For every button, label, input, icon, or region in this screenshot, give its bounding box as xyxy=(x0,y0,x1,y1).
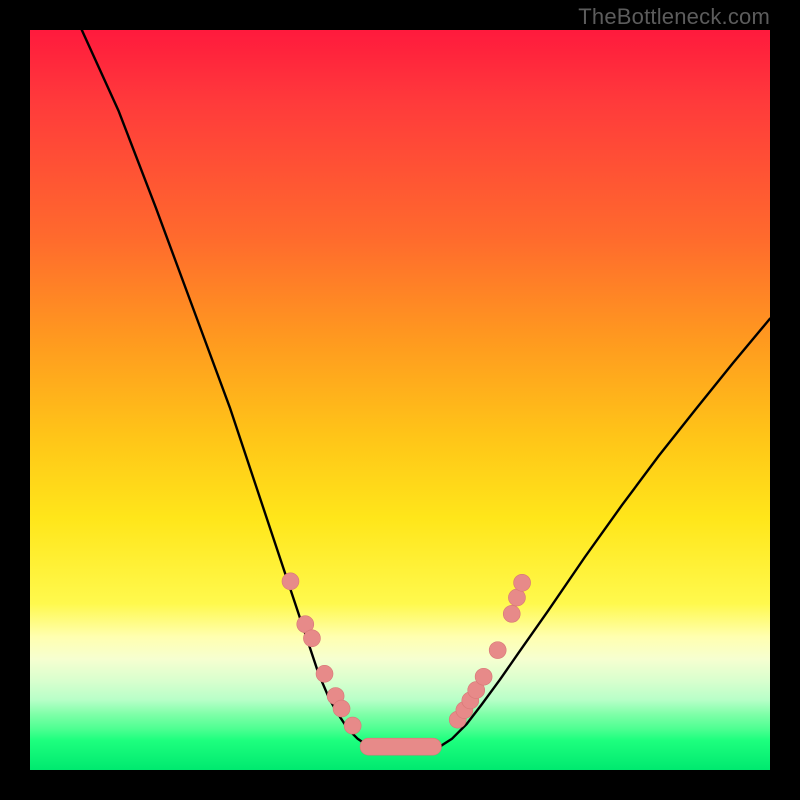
floor-marker xyxy=(360,738,441,755)
bottleneck-curve xyxy=(82,30,770,749)
data-marker xyxy=(514,574,531,591)
data-marker xyxy=(475,668,492,685)
data-marker xyxy=(282,573,299,590)
plot-area xyxy=(30,30,770,770)
data-marker xyxy=(489,642,506,659)
data-marker xyxy=(316,665,333,682)
data-marker xyxy=(303,630,320,647)
chart-stage: TheBottleneck.com xyxy=(0,0,800,800)
data-marker xyxy=(503,605,520,622)
attribution-text: TheBottleneck.com xyxy=(578,4,770,30)
data-marker xyxy=(344,717,361,734)
data-marker xyxy=(333,700,350,717)
data-marker xyxy=(508,589,525,606)
curve-layer xyxy=(30,30,770,770)
